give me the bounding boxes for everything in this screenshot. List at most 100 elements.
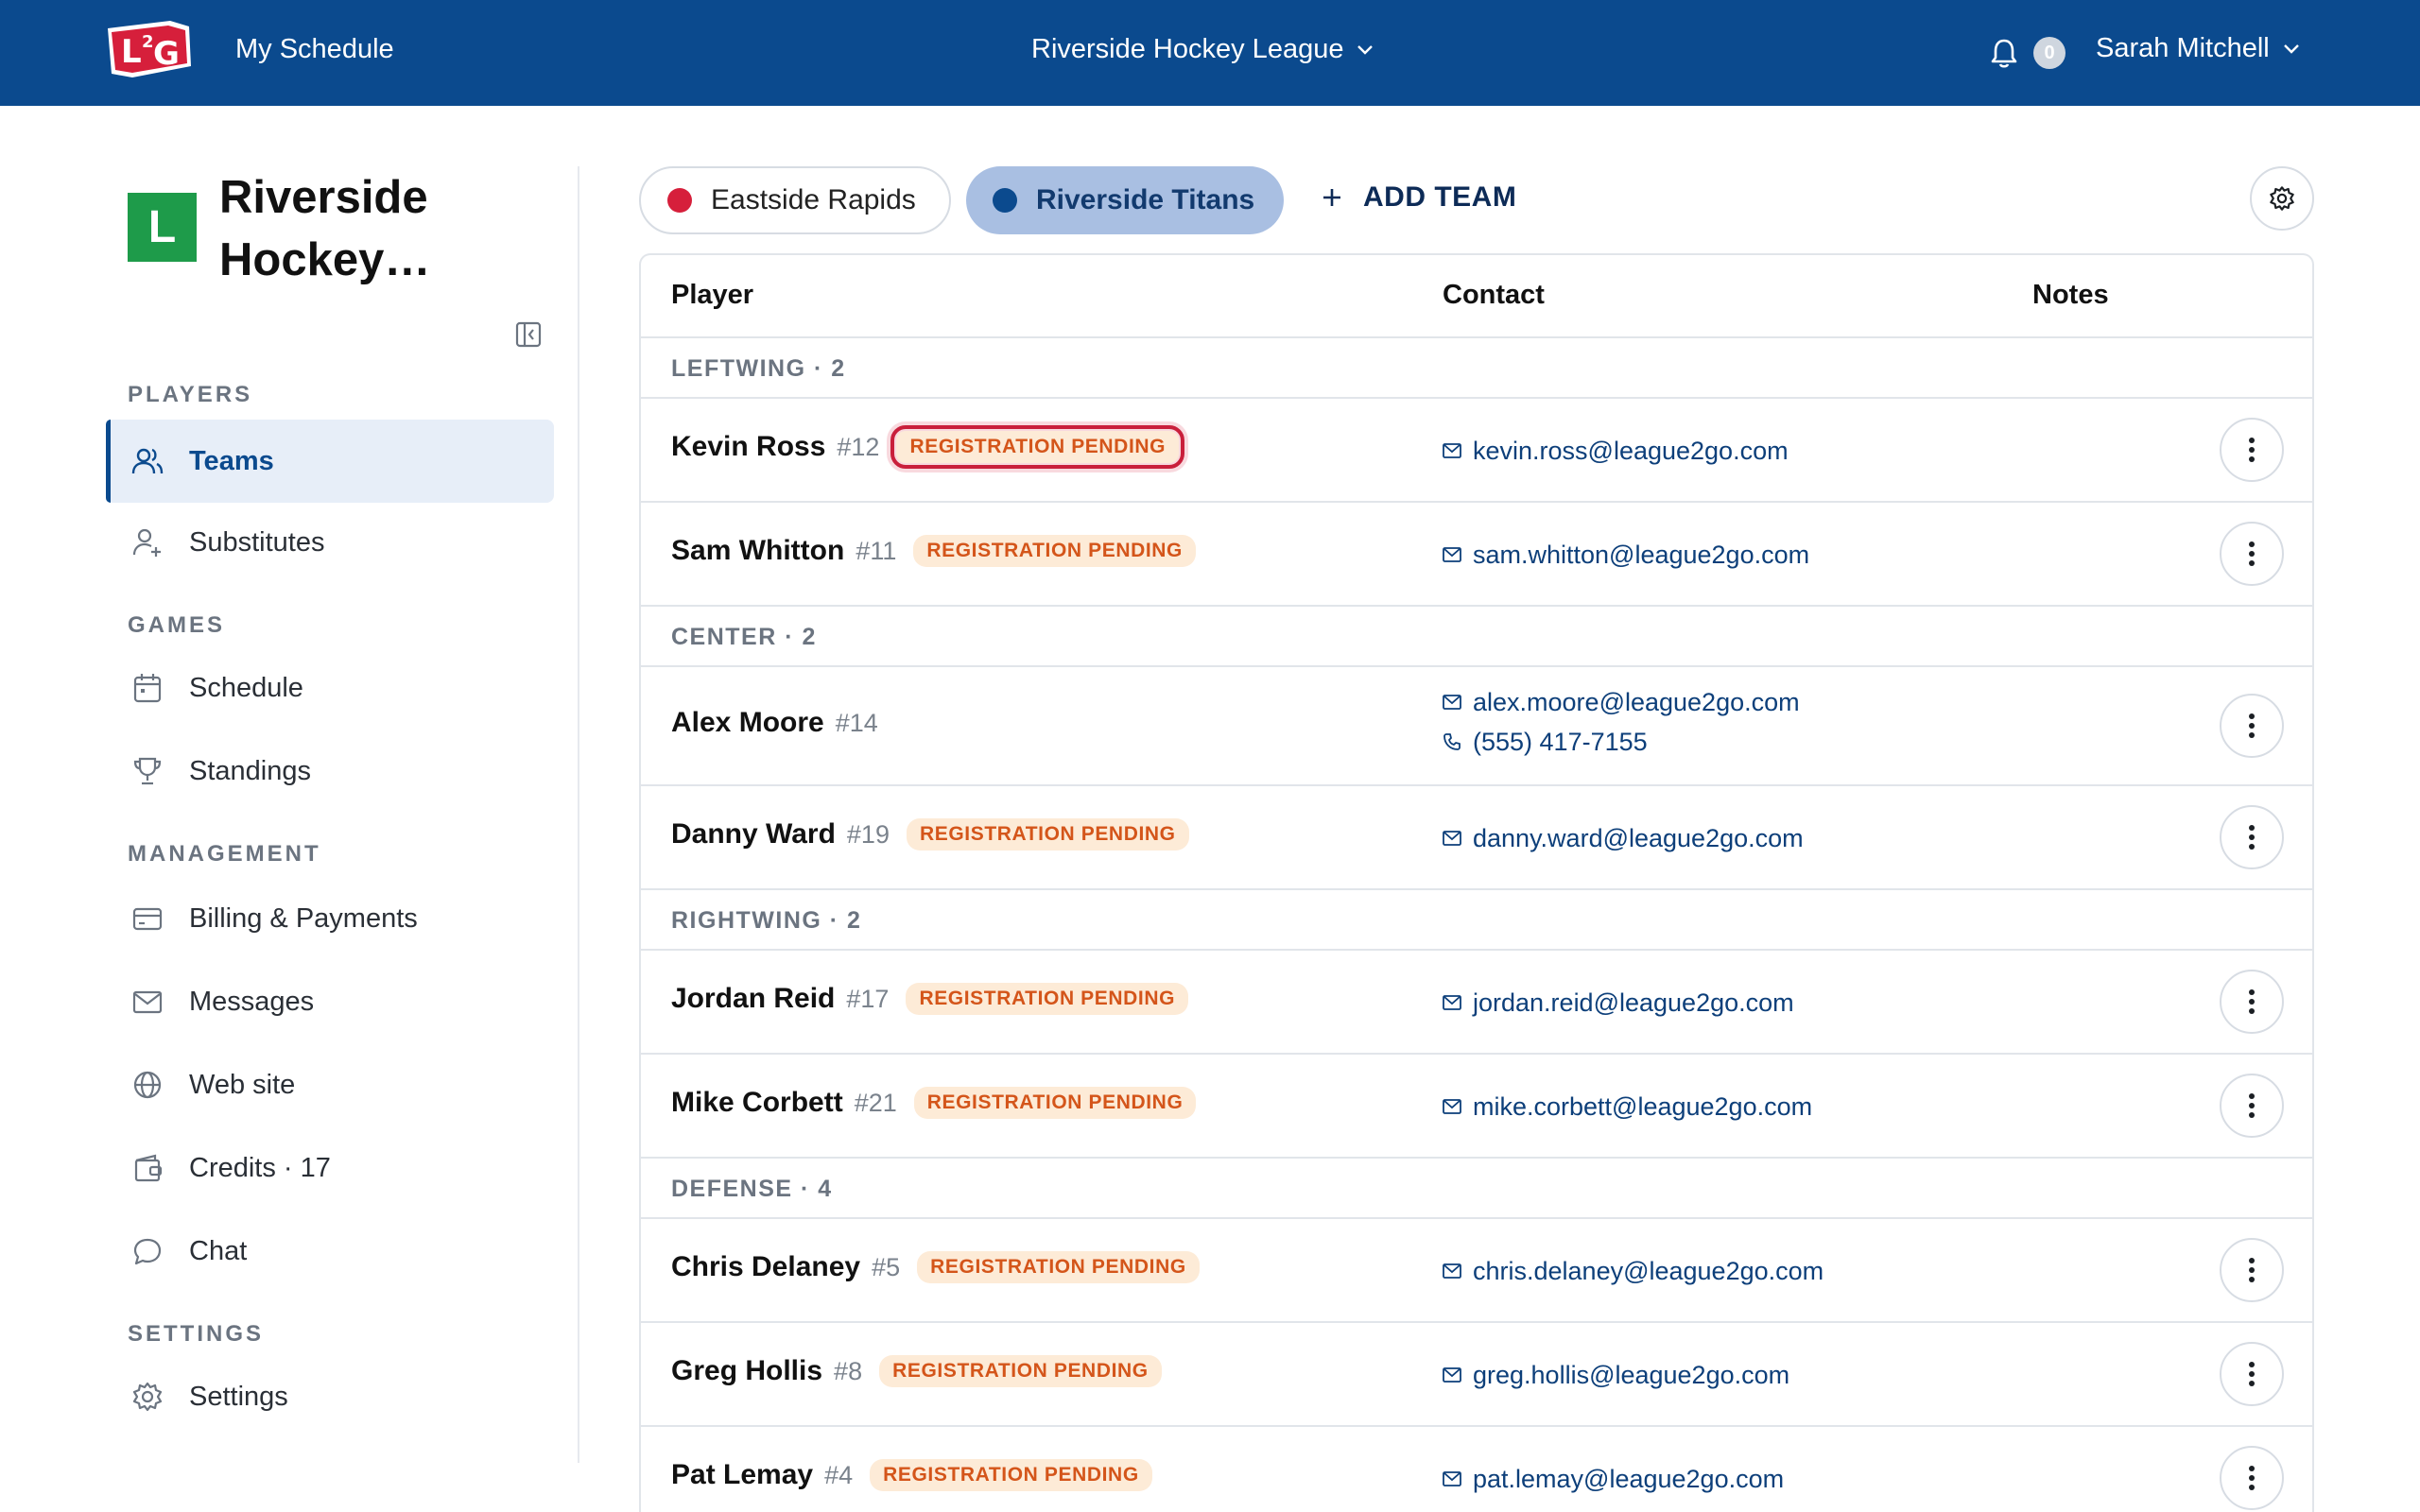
sidebar-item-teams[interactable]: Teams (106, 420, 554, 503)
email-link[interactable]: greg.hollis@league2go.com (1473, 1361, 1789, 1390)
section-label-settings: SETTINGS (128, 1321, 265, 1347)
tab-riverside-titans[interactable]: Riverside Titans (966, 166, 1284, 234)
sidebar-item-substitutes[interactable]: Substitutes (106, 501, 554, 584)
table-row[interactable]: Danny Ward #19 REGISTRATION PENDING dann… (641, 786, 2312, 890)
section-label-players: PLAYERS (128, 382, 253, 407)
email-link[interactable]: jordan.reid@league2go.com (1473, 988, 1794, 1018)
player-name[interactable]: Mike Corbett (671, 1087, 843, 1119)
svg-text:L: L (121, 33, 142, 71)
row-actions-button[interactable] (2220, 522, 2284, 586)
team-settings-button[interactable] (2250, 166, 2314, 231)
group-header-rightwing: RIGHTWING · 2 (641, 890, 2312, 951)
status-badge[interactable]: REGISTRATION PENDING (906, 983, 1189, 1015)
calendar-icon (133, 674, 162, 703)
status-badge[interactable]: REGISTRATION PENDING (890, 425, 1185, 469)
phone-link[interactable]: (555) 417-7155 (1473, 728, 1648, 757)
sidebar-item-credits[interactable]: Credits · 17 (106, 1126, 554, 1210)
player-number: #21 (854, 1088, 897, 1117)
notification-count-badge: 0 (2033, 37, 2066, 69)
player-name[interactable]: Alex Moore (671, 707, 824, 739)
add-team-button[interactable]: ADD TEAM (1322, 181, 1516, 214)
row-actions-button[interactable] (2220, 1342, 2284, 1406)
mail-icon (132, 990, 163, 1014)
sidebar-item-label: Web site (189, 1069, 296, 1100)
status-badge[interactable]: REGISTRATION PENDING (913, 535, 1196, 567)
table-row[interactable]: Sam Whitton #11 REGISTRATION PENDING sam… (641, 503, 2312, 607)
group-label: LEFTWING · 2 (671, 355, 846, 382)
team-color-dot (993, 188, 1017, 213)
league2go-logo[interactable]: L 2 G (104, 19, 199, 83)
status-badge[interactable]: REGISTRATION PENDING (913, 1087, 1197, 1119)
player-name[interactable]: Pat Lemay (671, 1459, 813, 1491)
status-badge[interactable]: REGISTRATION PENDING (870, 1459, 1152, 1491)
player-name[interactable]: Kevin Ross (671, 431, 825, 463)
sidebar-item-label: Chat (189, 1235, 248, 1266)
sidebar-item-standings[interactable]: Standings (106, 730, 554, 813)
user-menu[interactable]: Sarah Mitchell (2096, 33, 2300, 64)
player-number: #17 (846, 984, 890, 1013)
table-row[interactable]: Alex Moore #14 alex.moore@league2go.com … (641, 667, 2312, 786)
sidebar-item-chat[interactable]: Chat (106, 1210, 554, 1293)
mail-icon (1443, 831, 1461, 846)
sidebar-item-messages[interactable]: Messages (106, 960, 554, 1043)
mail-icon (1443, 1471, 1461, 1486)
globe-icon (133, 1071, 162, 1099)
svg-text:2: 2 (142, 32, 154, 52)
sidebar-item-billing[interactable]: Billing & Payments (106, 877, 554, 960)
player-name-cell: Greg Hollis #8 REGISTRATION PENDING (671, 1355, 1162, 1387)
status-badge[interactable]: REGISTRATION PENDING (917, 1251, 1200, 1283)
email-link[interactable]: danny.ward@league2go.com (1473, 824, 1804, 853)
email-link[interactable]: sam.whitton@league2go.com (1473, 541, 1809, 570)
column-header-contact[interactable]: Contact (1443, 280, 1545, 311)
contact-cell: greg.hollis@league2go.com (1443, 1355, 1789, 1395)
player-name[interactable]: Jordan Reid (671, 983, 835, 1015)
table-row[interactable]: Chris Delaney #5 REGISTRATION PENDING ch… (641, 1219, 2312, 1323)
status-badge[interactable]: REGISTRATION PENDING (879, 1355, 1162, 1387)
mail-icon (1443, 547, 1461, 562)
row-actions-button[interactable] (2220, 418, 2284, 482)
player-name[interactable]: Greg Hollis (671, 1355, 822, 1387)
sidebar-item-settings[interactable]: Settings (106, 1355, 554, 1438)
tab-eastside-rapids[interactable]: Eastside Rapids (639, 166, 951, 234)
collapse-sidebar-icon[interactable] (515, 321, 542, 348)
league-switcher-label: Riverside Hockey League (1031, 34, 1344, 64)
player-name-cell: Alex Moore #14 (671, 707, 878, 739)
table-row[interactable]: Jordan Reid #17 REGISTRATION PENDING jor… (641, 951, 2312, 1055)
email-link[interactable]: pat.lemay@league2go.com (1473, 1465, 1784, 1494)
email-link[interactable]: alex.moore@league2go.com (1473, 688, 1800, 717)
sidebar-item-label: Standings (189, 755, 311, 786)
sidebar-item-label: Substitutes (189, 526, 325, 558)
row-actions-button[interactable] (2220, 1074, 2284, 1138)
contact-cell: sam.whitton@league2go.com (1443, 535, 1809, 575)
email-link[interactable]: mike.corbett@league2go.com (1473, 1092, 1812, 1122)
player-name-cell: Chris Delaney #5 REGISTRATION PENDING (671, 1251, 1200, 1283)
player-name[interactable]: Sam Whitton (671, 535, 844, 567)
row-actions-button[interactable] (2220, 805, 2284, 869)
column-header-notes[interactable]: Notes (2032, 280, 2109, 311)
column-header-player[interactable]: Player (671, 280, 753, 311)
sidebar-item-schedule[interactable]: Schedule (106, 646, 554, 730)
sidebar-item-website[interactable]: Web site (106, 1043, 554, 1126)
league-switcher[interactable]: Riverside Hockey League (1031, 34, 1374, 65)
row-actions-button[interactable] (2220, 1446, 2284, 1510)
my-schedule-link[interactable]: My Schedule (235, 34, 394, 65)
table-row[interactable]: Mike Corbett #21 REGISTRATION PENDING mi… (641, 1055, 2312, 1159)
row-actions-button[interactable] (2220, 1238, 2284, 1302)
table-row[interactable]: Kevin Ross #12 REGISTRATION PENDING kevi… (641, 399, 2312, 503)
email-link[interactable]: kevin.ross@league2go.com (1473, 438, 1789, 464)
email-link[interactable]: chris.delaney@league2go.com (1473, 1257, 1824, 1286)
table-row[interactable]: Pat Lemay #4 REGISTRATION PENDING pat.le… (641, 1427, 2312, 1512)
mail-icon (1443, 1099, 1461, 1114)
player-name[interactable]: Chris Delaney (671, 1251, 860, 1283)
row-actions-button[interactable] (2220, 694, 2284, 758)
add-team-label: ADD TEAM (1363, 181, 1517, 213)
table-row[interactable]: Greg Hollis #8 REGISTRATION PENDING greg… (641, 1323, 2312, 1427)
status-badge[interactable]: REGISTRATION PENDING (906, 818, 1189, 850)
more-vertical-icon (2249, 825, 2255, 850)
bell-icon[interactable] (1987, 36, 2021, 70)
row-actions-button[interactable] (2220, 970, 2284, 1034)
contact-cell: chris.delaney@league2go.com (1443, 1251, 1824, 1291)
org-name: Riverside Hockey… (219, 172, 431, 285)
player-name[interactable]: Danny Ward (671, 818, 836, 850)
more-vertical-icon (2249, 989, 2255, 1014)
